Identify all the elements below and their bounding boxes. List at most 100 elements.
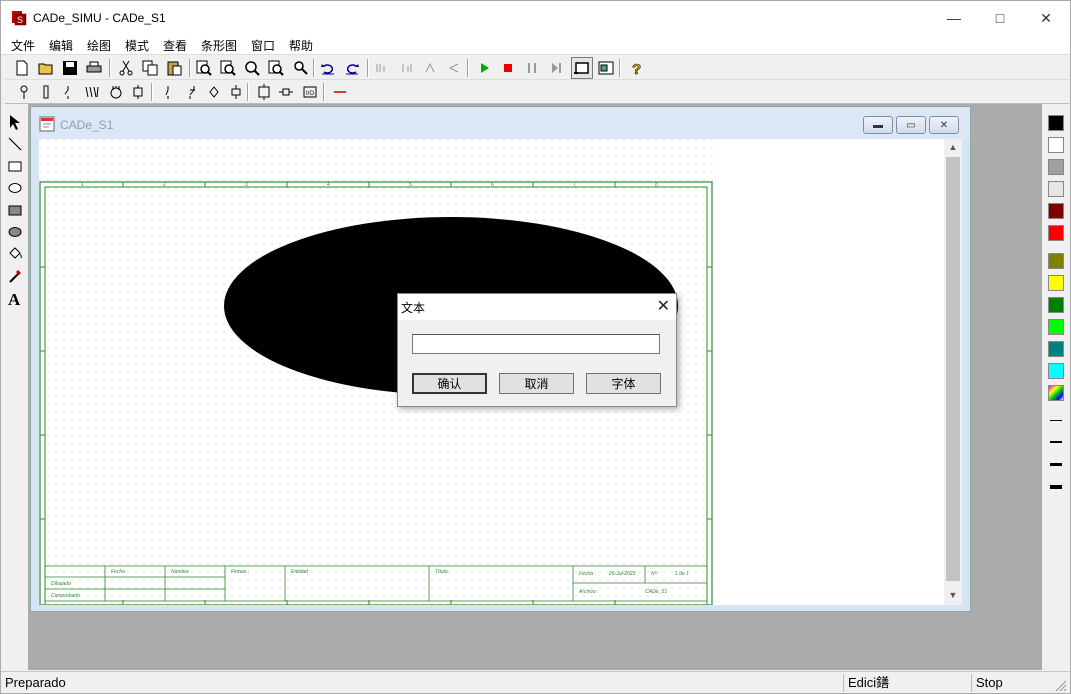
contact-nc-icon[interactable] — [181, 81, 203, 103]
cut-icon[interactable] — [115, 57, 137, 79]
menu-window[interactable]: 窗口 — [249, 37, 277, 54]
minimize-button[interactable]: — — [931, 1, 977, 35]
text-input[interactable] — [412, 334, 660, 354]
menu-help[interactable]: 帮助 — [287, 37, 315, 54]
document-title: CADe_S1 — [60, 118, 114, 132]
redo-icon[interactable] — [341, 57, 363, 79]
window-title: CADe_SIMU - CADe_S1 — [33, 11, 166, 25]
fill-bucket-icon[interactable] — [3, 243, 27, 265]
text-dialog: 文本 ✕ 确认 取消 字体 — [397, 293, 677, 407]
scroll-down-icon[interactable]: ▼ — [944, 587, 962, 603]
doc-minimize-button[interactable]: ▬ — [863, 116, 893, 134]
tb-fecha-label: Fecha : — [579, 571, 596, 577]
step-icon[interactable] — [545, 57, 567, 79]
tb-nombre-col: Nombre — [171, 569, 189, 575]
line-width-1[interactable] — [1050, 420, 1062, 421]
color-picker-icon[interactable] — [3, 265, 27, 287]
open-folder-icon[interactable] — [35, 57, 57, 79]
font-button[interactable]: 字体 — [586, 373, 661, 394]
window-mode-icon[interactable] — [571, 57, 593, 79]
power-supply-icon[interactable] — [13, 81, 35, 103]
color-swatch[interactable] — [1048, 363, 1064, 379]
color-swatch[interactable] — [1048, 115, 1064, 131]
save-icon[interactable] — [59, 57, 81, 79]
color-swatch[interactable] — [1048, 203, 1064, 219]
rotate-icon[interactable] — [443, 57, 465, 79]
play-icon[interactable] — [473, 57, 495, 79]
pause-icon[interactable] — [521, 57, 543, 79]
zoom-all-icon[interactable] — [289, 57, 311, 79]
doc-close-button[interactable]: ✕ — [929, 116, 959, 134]
help-icon[interactable]: ? — [625, 57, 647, 79]
wire-icon[interactable] — [329, 81, 351, 103]
menu-file[interactable]: 文件 — [9, 37, 37, 54]
motor-icon[interactable] — [105, 81, 127, 103]
align-right-icon[interactable] — [395, 57, 417, 79]
switch-icon[interactable] — [57, 81, 79, 103]
line-width-4[interactable] — [1050, 485, 1062, 489]
svg-text:A: A — [8, 290, 21, 306]
color-swatch[interactable] — [1048, 341, 1064, 357]
fuse-icon[interactable] — [35, 81, 57, 103]
doc-restore-button[interactable]: ▭ — [896, 116, 926, 134]
color-swatch[interactable] — [1048, 275, 1064, 291]
zoom-out-icon[interactable] — [217, 57, 239, 79]
stop-icon[interactable] — [497, 57, 519, 79]
cancel-button[interactable]: 取消 — [499, 373, 574, 394]
mirror-icon[interactable] — [419, 57, 441, 79]
vertical-scrollbar[interactable]: ▲ ▼ — [944, 139, 962, 605]
align-left-icon[interactable] — [371, 57, 393, 79]
breaker-icon[interactable] — [81, 81, 103, 103]
confirm-button[interactable]: 确认 — [412, 373, 487, 394]
dialog-close-icon[interactable]: ✕ — [657, 296, 670, 316]
zoom-in-icon[interactable] — [193, 57, 215, 79]
component-toolbar: I/O — [5, 80, 1069, 104]
coil-icon[interactable] — [225, 81, 247, 103]
color-swatch[interactable] — [1048, 253, 1064, 269]
plc-icon[interactable]: I/O — [299, 81, 321, 103]
line-width-2[interactable] — [1050, 441, 1062, 443]
pushbutton-icon[interactable] — [203, 81, 225, 103]
color-swatch[interactable] — [1048, 225, 1064, 241]
undo-icon[interactable] — [317, 57, 339, 79]
color-swatch[interactable] — [1048, 319, 1064, 335]
print-icon[interactable] — [83, 57, 105, 79]
pointer-arrow-icon[interactable] — [3, 111, 27, 133]
copy-icon[interactable] — [139, 57, 161, 79]
filled-ellipse-icon[interactable] — [3, 221, 27, 243]
menu-draw[interactable]: 绘图 — [85, 37, 113, 54]
preview-icon[interactable] — [595, 57, 617, 79]
menu-mode[interactable]: 模式 — [123, 37, 151, 54]
dialog-title: 文本 — [401, 301, 426, 315]
scroll-thumb[interactable] — [946, 157, 960, 581]
filled-rectangle-icon[interactable] — [3, 199, 27, 221]
color-swatch[interactable] — [1048, 137, 1064, 153]
color-swatch[interactable] — [1048, 159, 1064, 175]
menu-edit[interactable]: 编辑 — [47, 37, 75, 54]
lamp-icon[interactable] — [275, 81, 297, 103]
menu-view[interactable]: 查看 — [161, 37, 189, 54]
contact-no-icon[interactable] — [157, 81, 179, 103]
zoom-page-icon[interactable] — [265, 57, 287, 79]
ellipse-tool-icon[interactable] — [3, 177, 27, 199]
close-button[interactable]: ✕ — [1023, 1, 1069, 35]
zoom-window-icon[interactable] — [241, 57, 263, 79]
multicolor-icon[interactable] — [1048, 385, 1064, 401]
rectangle-tool-icon[interactable] — [3, 155, 27, 177]
tb-fecha-col: Fecha — [111, 569, 125, 575]
line-width-3[interactable] — [1050, 463, 1062, 466]
color-swatch[interactable] — [1048, 297, 1064, 313]
text-tool-icon[interactable]: A — [3, 287, 27, 309]
resize-grip-icon[interactable] — [1053, 678, 1067, 692]
line-tool-icon[interactable] — [3, 133, 27, 155]
color-swatch[interactable] — [1048, 181, 1064, 197]
maximize-button[interactable]: □ — [977, 1, 1023, 35]
menu-bars[interactable]: 条形图 — [199, 37, 239, 54]
new-file-icon[interactable] — [11, 57, 33, 79]
transformer-icon[interactable] — [127, 81, 149, 103]
scroll-up-icon[interactable]: ▲ — [944, 139, 962, 155]
paste-icon[interactable] — [163, 57, 185, 79]
main-toolbar: ? — [5, 56, 1069, 80]
tb-n-label: Nº: — [651, 571, 658, 577]
timer-icon[interactable] — [253, 81, 275, 103]
